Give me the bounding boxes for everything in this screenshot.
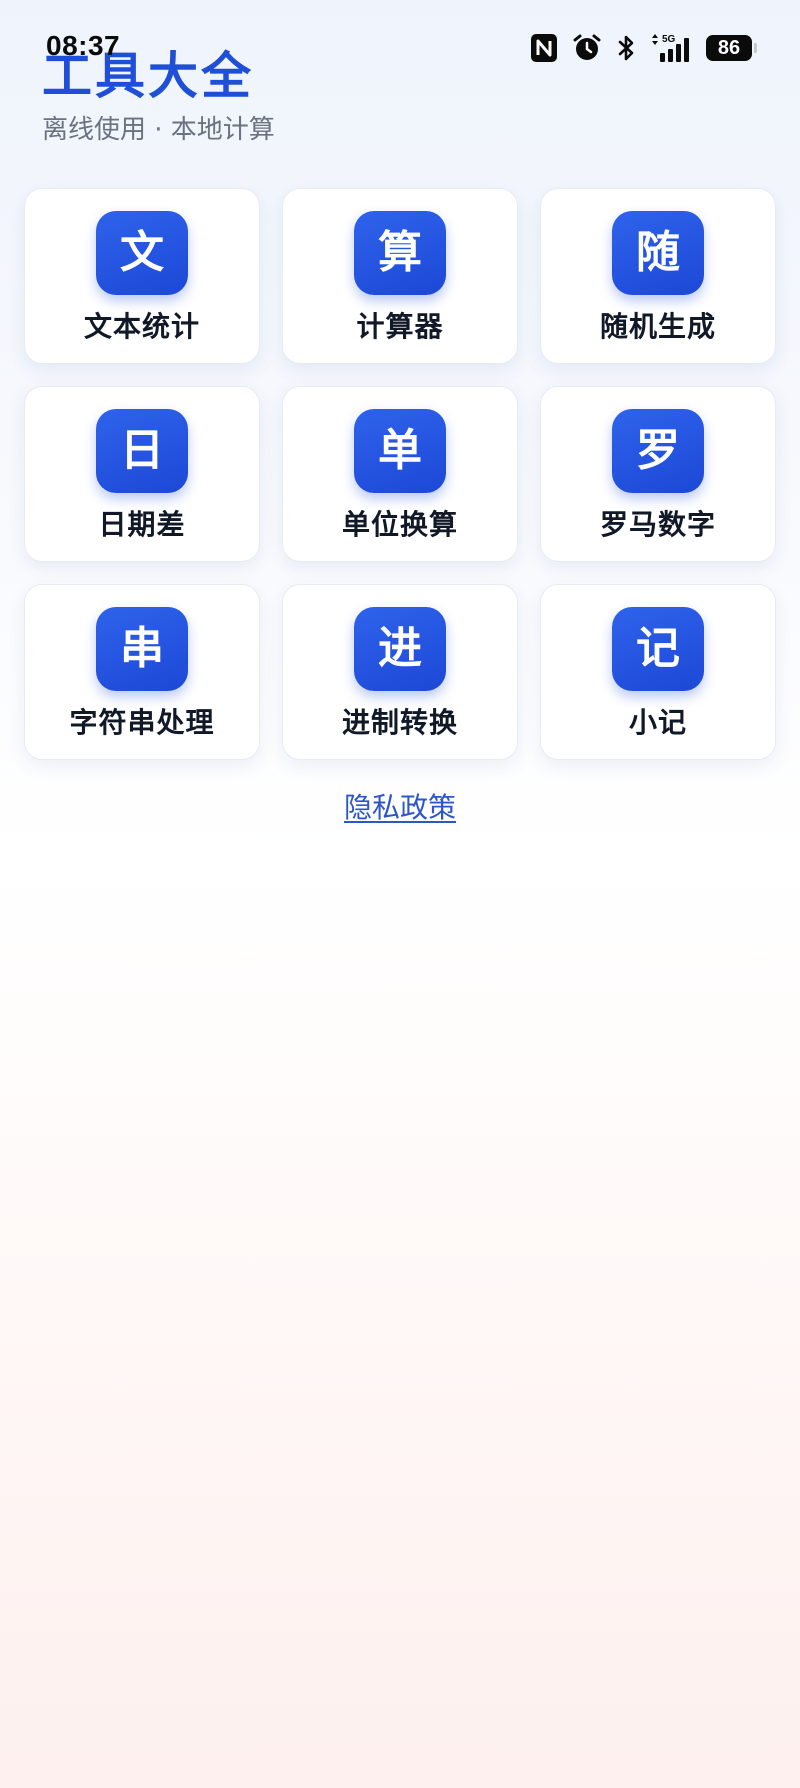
bluetooth-icon [616, 33, 636, 63]
tool-label: 罗马数字 [599, 508, 716, 541]
tool-card-text-stats[interactable]: 文 文本统计 [24, 188, 260, 364]
tool-label: 日期差 [98, 508, 186, 541]
tool-label: 小记 [628, 706, 687, 739]
tool-card-string-tools[interactable]: 串 字符串处理 [24, 584, 260, 760]
alarm-icon [572, 33, 602, 63]
random-icon: 随 [612, 211, 704, 295]
tool-label: 随机生成 [599, 310, 716, 343]
page-subtitle: 离线使用 · 本地计算 [42, 115, 275, 145]
tool-label: 字符串处理 [69, 706, 215, 739]
nfc-icon [530, 33, 558, 63]
string-icon: 串 [96, 607, 188, 691]
5g-signal-icon: 5G [650, 33, 692, 63]
roman-icon: 罗 [612, 409, 704, 493]
base-convert-icon: 进 [354, 607, 446, 691]
status-time: 08:37 [46, 30, 121, 61]
tool-label: 单位换算 [341, 508, 458, 541]
tool-label: 进制转换 [341, 706, 458, 739]
status-icons: 5G 86 [530, 30, 757, 66]
battery-icon: 86 [706, 35, 757, 61]
tool-card-date-diff[interactable]: 日 日期差 [24, 386, 260, 562]
notes-icon: 记 [612, 607, 704, 691]
privacy-policy-link[interactable]: 隐私政策 [0, 788, 800, 828]
status-bar: 08:37 5G 86 [0, 0, 800, 96]
tool-label: 文本统计 [83, 310, 200, 343]
text-icon: 文 [96, 211, 188, 295]
tool-card-unit-convert[interactable]: 单 单位换算 [282, 386, 518, 562]
tool-card-notes[interactable]: 记 小记 [540, 584, 776, 760]
date-icon: 日 [96, 409, 188, 493]
tool-card-calculator[interactable]: 算 计算器 [282, 188, 518, 364]
tool-card-base-convert[interactable]: 进 进制转换 [282, 584, 518, 760]
unit-icon: 单 [354, 409, 446, 493]
tool-label: 计算器 [356, 310, 444, 343]
tool-card-roman-numerals[interactable]: 罗 罗马数字 [540, 386, 776, 562]
tool-grid: 文 文本统计 算 计算器 随 随机生成 日 日期差 单 单位换算 罗 罗马数字 … [24, 188, 778, 760]
svg-text:5G: 5G [662, 34, 676, 45]
tool-card-random[interactable]: 随 随机生成 [540, 188, 776, 364]
calculator-icon: 算 [354, 211, 446, 295]
